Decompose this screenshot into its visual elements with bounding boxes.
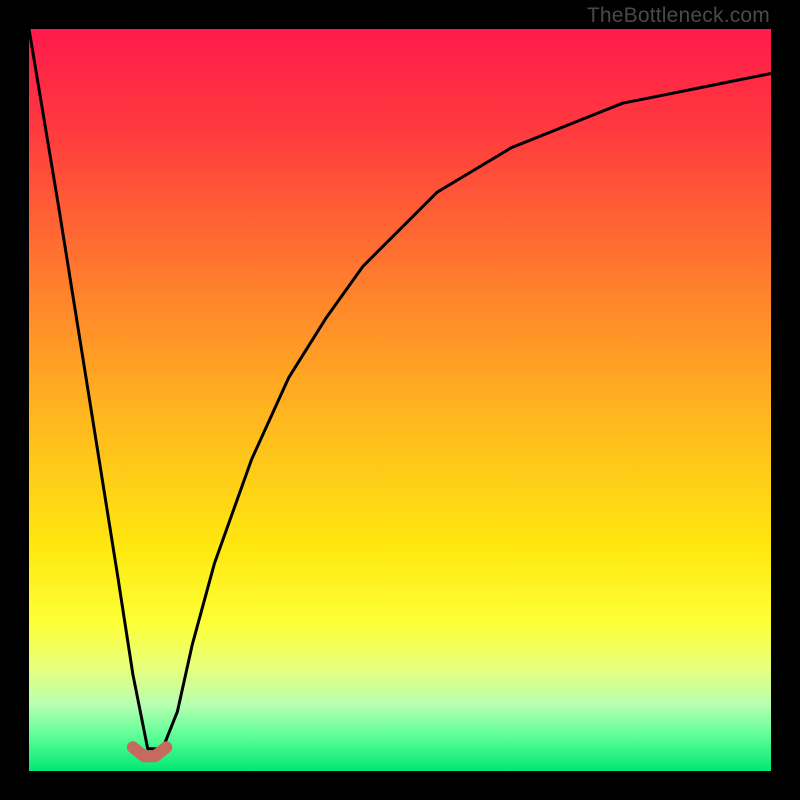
chart-frame: TheBottleneck.com xyxy=(0,0,800,800)
bottleneck-curve xyxy=(29,29,771,749)
curve-layer xyxy=(29,29,771,771)
watermark-text: TheBottleneck.com xyxy=(587,4,770,28)
